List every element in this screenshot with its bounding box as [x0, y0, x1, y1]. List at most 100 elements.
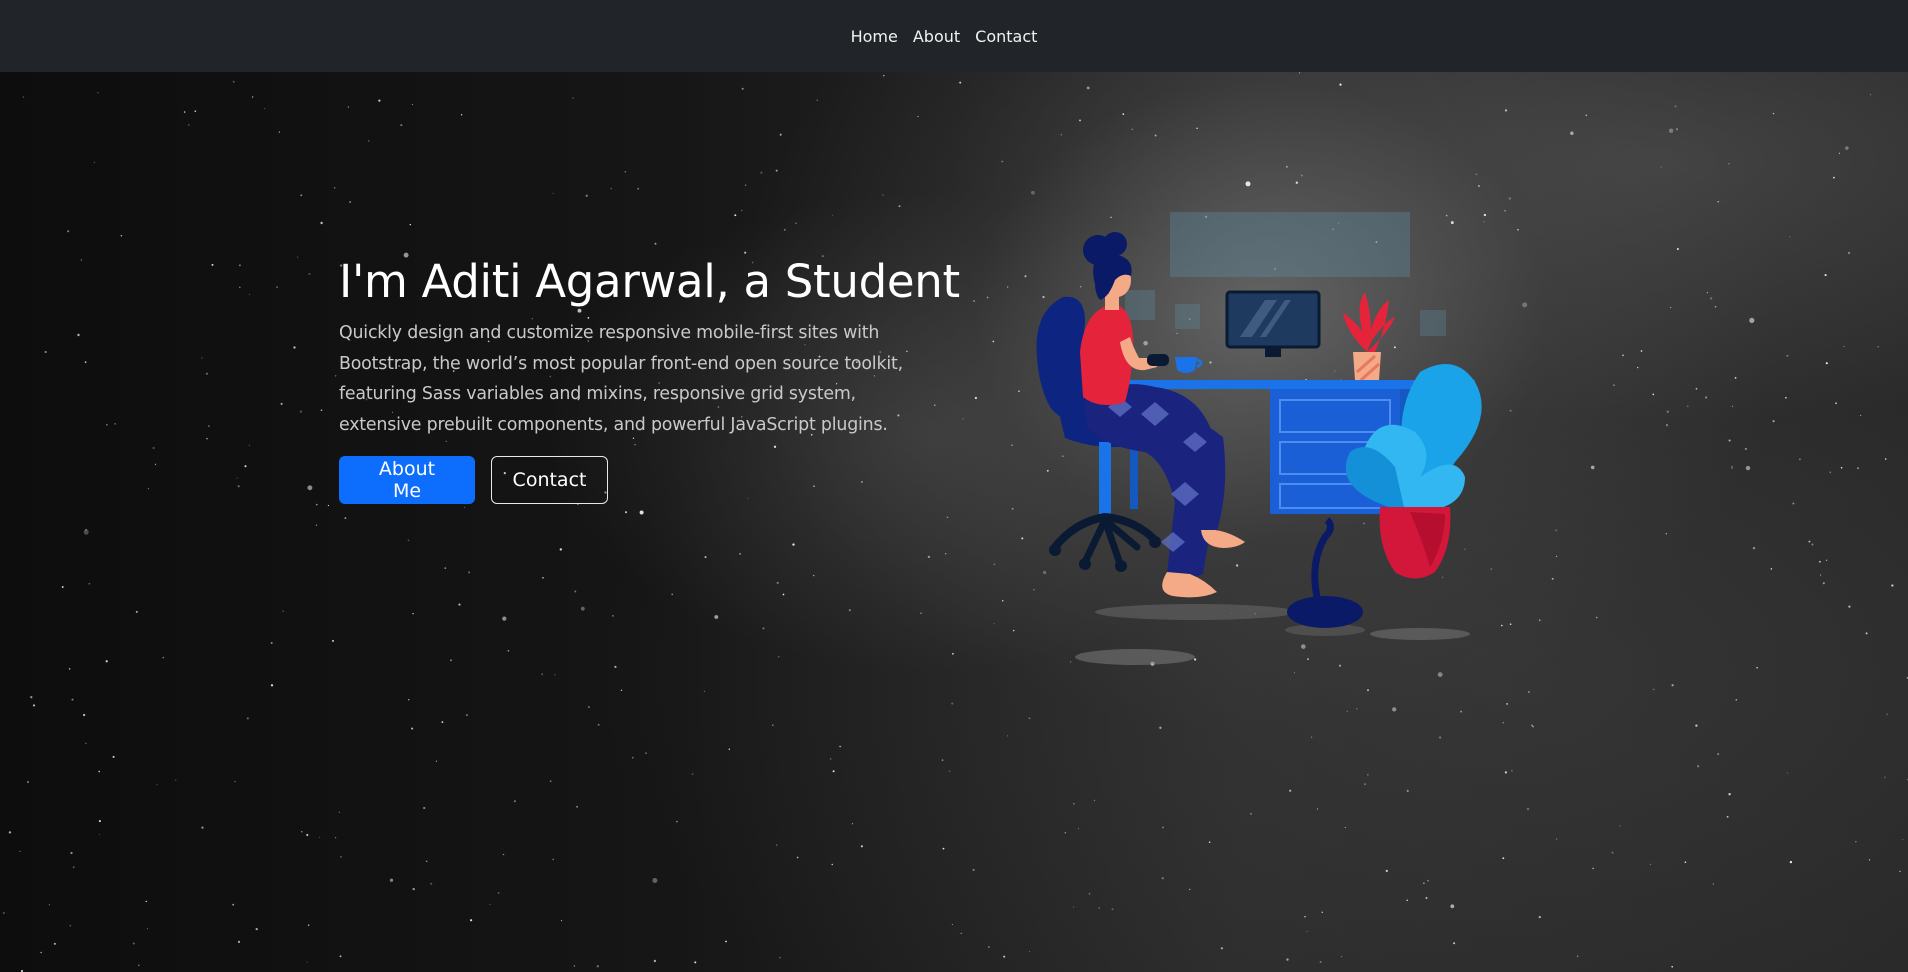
star: [98, 820, 101, 823]
star: [728, 748, 730, 750]
star: [1220, 947, 1223, 950]
star: [502, 616, 507, 621]
top-navbar: Home About Contact: [0, 0, 1908, 72]
star: [201, 826, 204, 829]
star: [327, 504, 329, 507]
star: [441, 721, 444, 724]
star: [1340, 955, 1343, 958]
star: [105, 660, 108, 663]
star: [301, 831, 303, 833]
star: [1286, 958, 1289, 961]
star: [276, 286, 278, 288]
star: [48, 904, 50, 906]
star: [1665, 533, 1667, 535]
star: [1450, 904, 1455, 909]
star: [251, 96, 254, 98]
star: [1811, 543, 1814, 546]
star: [612, 615, 614, 617]
page: Home About Contact I'm Aditi Agarwal, a …: [0, 0, 1908, 972]
star: [85, 742, 87, 744]
star: [1006, 286, 1009, 288]
star: [1131, 128, 1133, 130]
star: [993, 623, 995, 625]
star: [1824, 274, 1827, 277]
star: [1538, 619, 1541, 622]
star: [347, 106, 349, 108]
star: [1674, 105, 1677, 108]
star: [1300, 174, 1303, 177]
star: [1531, 724, 1533, 727]
star: [135, 610, 138, 613]
nav-link-about[interactable]: About: [913, 27, 960, 46]
star: [470, 919, 473, 922]
star: [1502, 857, 1505, 860]
star: [795, 222, 797, 225]
star: [554, 674, 556, 676]
star: [782, 593, 785, 596]
star: [1555, 529, 1558, 532]
star: [1001, 160, 1004, 163]
star: [1339, 83, 1342, 86]
nav-link-contact[interactable]: Contact: [975, 27, 1037, 46]
star: [1511, 770, 1513, 772]
star: [1756, 667, 1758, 669]
star: [306, 833, 309, 837]
stool-seat: [1287, 596, 1363, 628]
star: [1011, 507, 1014, 510]
star: [1093, 799, 1096, 802]
star: [1884, 458, 1887, 460]
contact-button[interactable]: Contact: [491, 456, 608, 504]
star: [639, 510, 644, 515]
star: [349, 201, 351, 203]
star: [739, 553, 741, 555]
star: [1785, 396, 1787, 399]
nav-link-home[interactable]: Home: [851, 27, 898, 46]
star: [1611, 851, 1614, 854]
star: [40, 951, 42, 954]
star: [1833, 176, 1835, 179]
star: [585, 194, 588, 197]
star: [1717, 753, 1720, 756]
star: [32, 704, 36, 707]
star: [1366, 689, 1370, 692]
nav-links: Home About Contact: [851, 27, 1038, 46]
star: [1808, 540, 1811, 543]
wall-screen-small-mid: [1175, 304, 1200, 329]
star: [560, 920, 563, 922]
star: [71, 698, 74, 701]
about-me-button[interactable]: About Me: [339, 456, 475, 504]
star: [1731, 467, 1733, 470]
star: [572, 97, 574, 99]
star: [1695, 387, 1698, 390]
person-hair-bun-2: [1103, 232, 1127, 256]
star: [631, 756, 634, 759]
star: [307, 924, 310, 926]
monitor-stand: [1265, 347, 1281, 357]
star: [1884, 776, 1886, 778]
star: [293, 346, 296, 349]
star: [206, 437, 208, 440]
star: [951, 702, 954, 705]
game-controller: [1147, 354, 1169, 366]
hero-text-block: I'm Aditi Agarwal, a Student Quickly des…: [339, 254, 960, 504]
star: [541, 673, 544, 676]
star: [84, 361, 87, 363]
star: [1196, 127, 1198, 130]
star: [423, 806, 426, 810]
star: [1585, 114, 1588, 117]
star: [1154, 134, 1157, 137]
chair-wheel-4: [1149, 536, 1161, 548]
star: [741, 209, 743, 211]
star: [1385, 869, 1388, 873]
feet-shadow: [1075, 649, 1195, 665]
star: [1786, 354, 1789, 357]
star: [1869, 93, 1872, 96]
star: [1506, 703, 1508, 705]
star: [1028, 951, 1031, 953]
star: [920, 612, 922, 614]
star: [156, 784, 158, 786]
star: [1477, 184, 1480, 188]
star: [1622, 354, 1624, 357]
star: [1060, 134, 1062, 136]
star: [1346, 710, 1348, 713]
